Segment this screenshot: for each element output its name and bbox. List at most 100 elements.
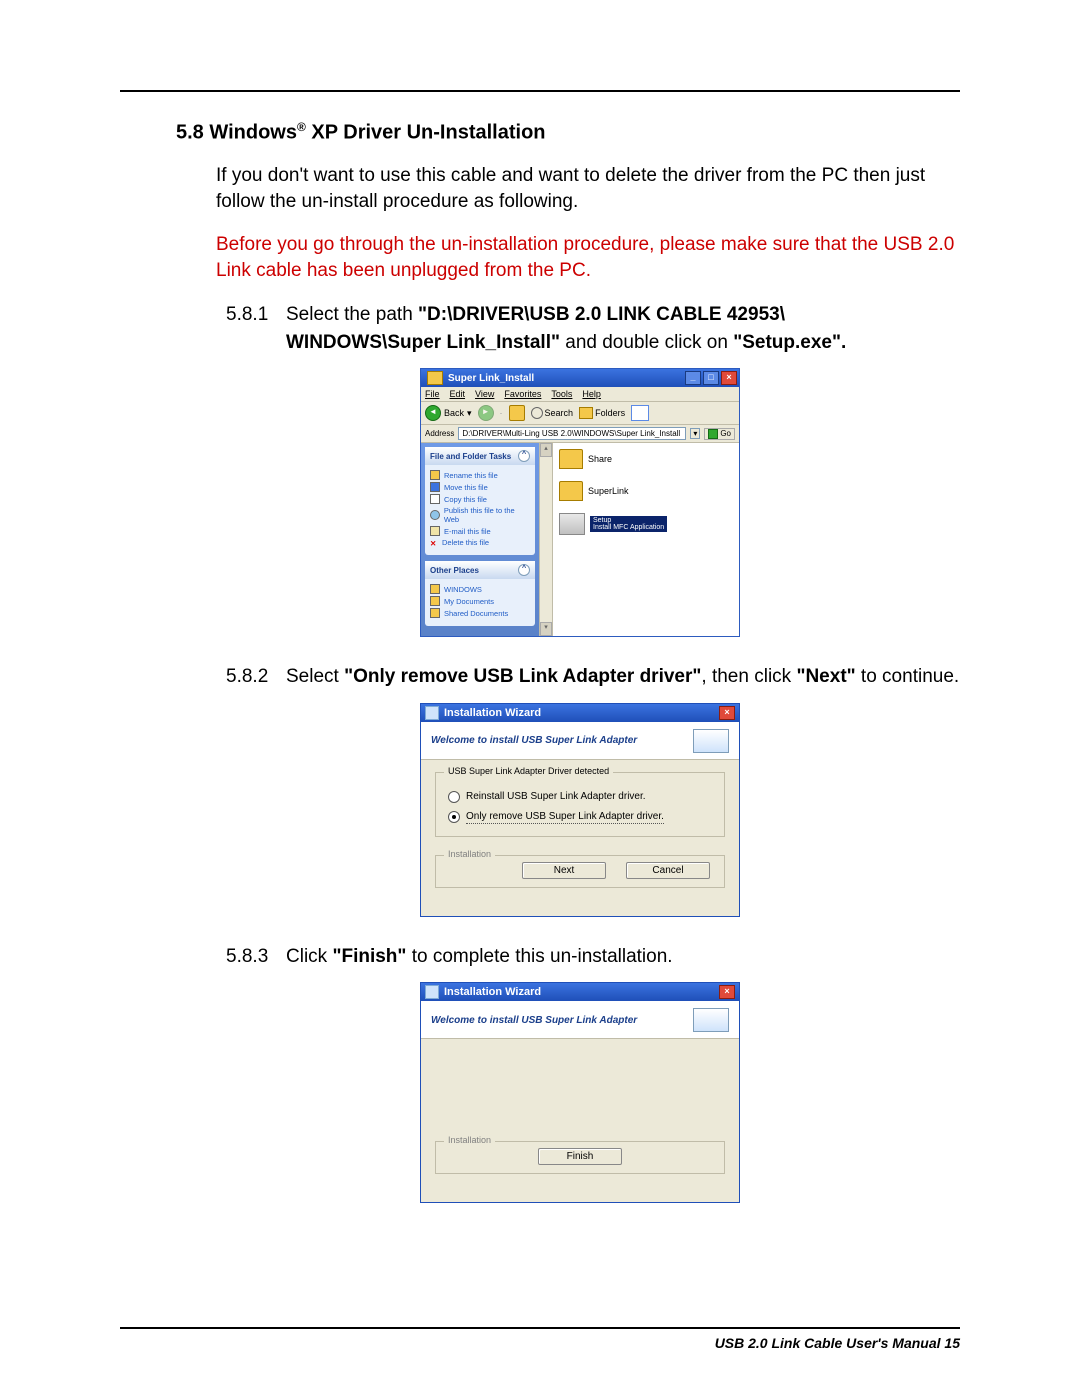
task-label: Move this file — [444, 483, 488, 492]
folder-icon — [559, 481, 583, 501]
dialog-welcome: Welcome to install USB Super Link Adapte… — [421, 1002, 739, 1039]
menu-view[interactable]: View — [475, 389, 494, 399]
address-dropdown[interactable]: ▾ — [690, 428, 700, 439]
move-icon — [430, 482, 440, 492]
go-label: Go — [720, 429, 731, 438]
back-button[interactable]: ◄Back ▾ — [425, 405, 472, 421]
step-bold: "Next" — [796, 666, 855, 687]
step-body: Select "Only remove USB Link Adapter dri… — [286, 663, 960, 691]
close-button[interactable]: × — [719, 985, 735, 999]
step-text: Click — [286, 946, 332, 967]
step-exe: "Setup.exe". — [733, 332, 846, 353]
search-button[interactable]: Search — [531, 407, 574, 419]
step-bold: "Finish" — [332, 946, 406, 967]
step-text: Select — [286, 666, 344, 687]
cancel-button[interactable]: Cancel — [626, 862, 710, 879]
address-field[interactable]: D:\DRIVER\Multi-Ling USB 2.0\WINDOWS\Sup… — [458, 427, 686, 440]
go-button[interactable]: Go — [704, 428, 735, 440]
heading-text-2: XP Driver Un-Installation — [306, 122, 546, 144]
welcome-text: Welcome to install USB Super Link Adapte… — [431, 735, 637, 746]
folder-superlink[interactable]: SuperLink — [559, 481, 733, 501]
step-text: to continue. — [856, 666, 960, 687]
dialog-empty — [435, 1051, 725, 1141]
toolbar: ◄Back ▾ ► · Search Folders — [421, 401, 739, 425]
radio-reinstall[interactable]: Reinstall USB Super Link Adapter driver. — [448, 791, 712, 803]
view-button[interactable] — [631, 405, 649, 421]
folder-share[interactable]: Share — [559, 449, 733, 469]
registered-symbol: ® — [297, 120, 306, 134]
dialog-titlebar[interactable]: Installation Wizard × — [421, 704, 739, 722]
task-label: Delete this file — [442, 538, 489, 547]
step-number: 5.8.2 — [226, 663, 274, 691]
place-documents[interactable]: My Documents — [430, 596, 530, 606]
close-button[interactable]: × — [721, 371, 737, 385]
globe-icon — [430, 510, 440, 520]
radio-label: Reinstall USB Super Link Adapter driver. — [466, 791, 646, 802]
step-path-2: WINDOWS\Super Link_Install" — [286, 332, 560, 353]
step-path-1: "D:\DRIVER\USB 2.0 LINK CABLE 42953\ — [418, 304, 785, 325]
menu-favorites[interactable]: Favorites — [504, 389, 541, 399]
place-label: WINDOWS — [444, 585, 482, 594]
folders-button[interactable]: Folders — [579, 407, 625, 419]
dialog-welcome: Welcome to install USB Super Link Adapte… — [421, 723, 739, 760]
installation-groupbox: Installation Next Cancel — [435, 855, 725, 888]
minimize-button[interactable]: _ — [685, 371, 701, 385]
menu-help[interactable]: Help — [582, 389, 601, 399]
folder-icon — [427, 371, 443, 385]
install-legend: Installation — [444, 849, 495, 859]
next-button[interactable]: Next — [522, 862, 606, 879]
tasks-panel-header[interactable]: File and Folder Tasks^ — [425, 447, 535, 465]
maximize-button[interactable]: □ — [703, 371, 719, 385]
dialog-titlebar[interactable]: Installation Wizard × — [421, 983, 739, 1001]
explorer-content: Share SuperLink SetupInstall MFC Applica… — [552, 443, 739, 636]
places-panel-header[interactable]: Other Places^ — [425, 561, 535, 579]
sidebar-scrollbar[interactable]: ▴▾ — [539, 443, 552, 636]
menu-edit[interactable]: Edit — [450, 389, 466, 399]
task-rename[interactable]: Rename this file — [430, 470, 530, 480]
section-heading: 5.8 Windows® XP Driver Un-Installation — [176, 120, 960, 145]
task-delete[interactable]: ✕ Delete this file — [430, 538, 530, 547]
task-move[interactable]: Move this file — [430, 482, 530, 492]
menu-tools[interactable]: Tools — [551, 389, 572, 399]
setup-label: Setup — [593, 517, 611, 524]
window-title: Super Link_Install — [448, 373, 685, 384]
back-label: Back — [444, 408, 464, 418]
finish-button[interactable]: Finish — [538, 1148, 622, 1165]
folder-icon — [430, 608, 440, 618]
step-583: 5.8.3 Click "Finish" to complete this un… — [226, 943, 960, 971]
search-label: Search — [545, 408, 574, 418]
up-button[interactable] — [509, 405, 525, 421]
dialog-title: Installation Wizard — [444, 986, 541, 998]
step-bold: "Only remove USB Link Adapter driver" — [344, 666, 701, 687]
places-title: Other Places — [430, 566, 479, 575]
task-label: E-mail this file — [444, 527, 491, 536]
address-bar: Address D:\DRIVER\Multi-Ling USB 2.0\WIN… — [421, 425, 739, 443]
delete-icon: ✕ — [430, 539, 438, 547]
go-icon — [708, 429, 718, 439]
forward-button[interactable]: ► — [478, 405, 494, 421]
titlebar[interactable]: Super Link_Install _ □ × — [421, 369, 739, 387]
tasks-title: File and Folder Tasks — [430, 452, 511, 461]
explorer-screenshot: Super Link_Install _ □ × File Edit View … — [420, 368, 740, 637]
place-windows[interactable]: WINDOWS — [430, 584, 530, 594]
dialog-title: Installation Wizard — [444, 707, 541, 719]
place-label: Shared Documents — [444, 609, 508, 618]
task-copy[interactable]: Copy this file — [430, 494, 530, 504]
step-body: Select the path "D:\DRIVER\USB 2.0 LINK … — [286, 301, 960, 356]
installation-groupbox: Installation Finish — [435, 1141, 725, 1174]
radio-remove[interactable]: Only remove USB Super Link Adapter drive… — [448, 811, 712, 824]
menu-file[interactable]: File — [425, 389, 440, 399]
task-label: Publish this file to the Web — [444, 506, 530, 524]
close-button[interactable]: × — [719, 706, 735, 720]
task-publish[interactable]: Publish this file to the Web — [430, 506, 530, 524]
adapter-icon — [693, 729, 729, 753]
setup-icon — [559, 513, 585, 535]
file-setup[interactable]: SetupInstall MFC Application — [559, 513, 733, 535]
folder-label: SuperLink — [588, 486, 629, 496]
task-email[interactable]: E-mail this file — [430, 526, 530, 536]
setup-sublabel: Install MFC Application — [593, 524, 664, 531]
wizard-dialog-1: Installation Wizard × Welcome to install… — [420, 703, 740, 917]
folder-icon — [559, 449, 583, 469]
place-shared[interactable]: Shared Documents — [430, 608, 530, 618]
rename-icon — [430, 470, 440, 480]
